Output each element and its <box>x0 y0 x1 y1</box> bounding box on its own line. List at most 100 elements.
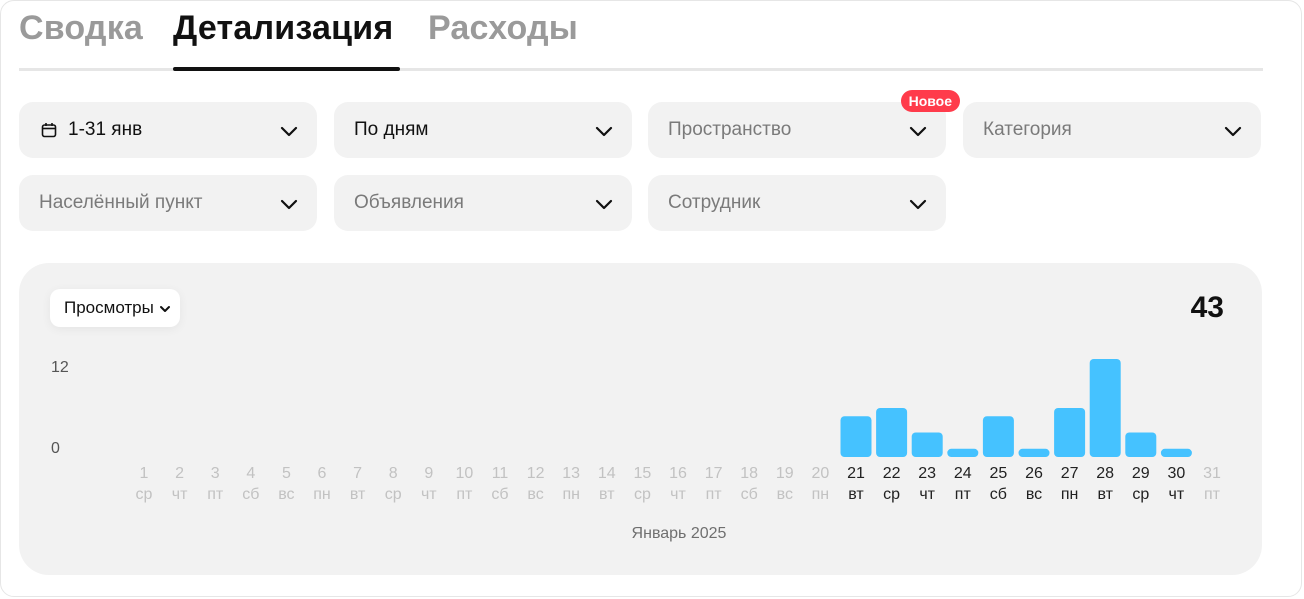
x-tick-day-number: 1 <box>139 465 149 482</box>
x-tick-day-20: 20 пн <box>802 463 838 505</box>
x-tick-day-number: 9 <box>424 465 434 482</box>
x-tick-day-9: 9 чт <box>411 463 447 505</box>
x-tick-day-number: 26 <box>1025 465 1043 482</box>
space-filter[interactable]: Пространство Новое <box>648 90 960 158</box>
x-axis-month-label: Январь 2025 <box>631 525 727 542</box>
x-tick-weekday: пн <box>562 486 580 503</box>
x-tick-day-26: 26 вс <box>1016 463 1052 505</box>
new-badge: Новое <box>900 90 960 112</box>
x-tick-day-number: 27 <box>1060 465 1079 482</box>
x-tick-weekday: чт <box>171 486 188 503</box>
x-tick-day-17: 17 пт <box>696 463 732 505</box>
period-filter[interactable]: 1-31 янв <box>19 102 317 158</box>
x-tick-day-number: 6 <box>317 465 327 482</box>
x-tick-day-number: 23 <box>918 465 937 482</box>
listings-filter[interactable]: Объявления <box>334 175 632 231</box>
x-tick-day-number: 30 <box>1167 465 1186 482</box>
x-tick-day-number: 3 <box>210 465 220 482</box>
x-tick-day-30: 30 чт <box>1158 463 1194 505</box>
x-tick-weekday: ср <box>883 486 901 503</box>
bar-day-28[interactable] <box>1089 359 1121 457</box>
x-tick-day-number: 2 <box>175 465 185 482</box>
x-tick-day-3: 3 пт <box>197 463 233 505</box>
x-tick-day-31: 31 пт <box>1194 463 1230 505</box>
x-tick-weekday: сб <box>740 486 758 503</box>
employee-filter[interactable]: Сотрудник <box>648 175 946 231</box>
bar-day-24[interactable] <box>947 448 979 457</box>
x-tick-weekday: ср <box>1132 486 1150 503</box>
period-filter-label: 1-31 янв <box>68 119 143 140</box>
active-tab-indicator <box>173 67 400 71</box>
x-tick-day-14: 14 вт <box>589 463 625 505</box>
category-filter-label: Категория <box>983 119 1072 140</box>
locality-filter[interactable]: Населённый пункт <box>19 175 317 231</box>
chevron-down-icon <box>595 199 613 210</box>
x-tick-day-11: 11 сб <box>482 463 518 505</box>
tab-details[interactable]: Детализация <box>173 9 393 48</box>
bar-day-29[interactable] <box>1125 432 1157 458</box>
x-tick-day-2: 2 чт <box>162 463 198 505</box>
tab-expenses[interactable]: Расходы <box>428 9 578 48</box>
x-tick-day-10: 10 пт <box>446 463 482 505</box>
x-tick-weekday: вт <box>1097 486 1113 503</box>
x-tick-day-number: 31 <box>1203 465 1221 482</box>
x-tick-weekday: пт <box>954 486 971 503</box>
x-tick-day-25: 25 сб <box>980 463 1016 505</box>
x-tick-weekday: пн <box>1060 486 1079 503</box>
bar-day-25[interactable] <box>982 416 1014 457</box>
x-tick-day-number: 18 <box>740 465 759 482</box>
locality-filter-label: Населённый пункт <box>39 192 203 213</box>
chevron-down-icon <box>909 126 927 137</box>
bar-day-30[interactable] <box>1160 448 1192 457</box>
views-chart-card: Просмотры 43 12 0 1 ср 2 чт 3 пт 4 сб 5 вс 6 пн 7 вт 8… <box>19 263 1262 575</box>
x-tick-day-7: 7 вт <box>340 463 376 505</box>
x-tick-weekday: чт <box>420 486 437 503</box>
x-tick-weekday: пт <box>705 486 722 503</box>
x-tick-day-number: 12 <box>526 465 545 482</box>
x-tick-day-18: 18 сб <box>731 463 767 505</box>
x-tick-weekday: чт <box>670 486 686 503</box>
x-tick-weekday: пн <box>313 486 331 503</box>
bar-day-27[interactable] <box>1054 408 1086 457</box>
x-tick-day-15: 15 ср <box>624 463 660 505</box>
x-tick-day-number: 5 <box>281 465 291 482</box>
x-tick-day-number: 7 <box>353 465 363 482</box>
x-tick-weekday: пн <box>811 486 830 503</box>
x-tick-weekday: пт <box>456 486 473 503</box>
x-tick-day-6: 6 пн <box>304 463 340 505</box>
bar-day-23[interactable] <box>911 432 943 458</box>
tab-summary[interactable]: Сводка <box>19 9 143 48</box>
x-tick-weekday: пт <box>1204 486 1220 503</box>
x-tick-day-21: 21 вт <box>838 463 874 505</box>
category-filter[interactable]: Категория <box>963 102 1261 158</box>
x-tick-day-12: 12 вс <box>518 463 554 505</box>
x-tick-day-1: 1 ср <box>126 463 162 505</box>
x-tick-weekday: ср <box>135 486 153 503</box>
x-tick-weekday: сб <box>491 486 509 503</box>
bar-day-21[interactable] <box>840 416 872 457</box>
x-tick-weekday: сб <box>242 486 260 503</box>
x-tick-day-22: 22 ср <box>874 463 910 505</box>
chevron-down-icon <box>280 126 298 137</box>
x-tick-weekday: ср <box>384 486 402 503</box>
x-tick-day-number: 22 <box>882 465 901 482</box>
x-tick-day-number: 10 <box>455 465 474 482</box>
bar-day-22[interactable] <box>876 408 908 457</box>
x-tick-weekday: ср <box>633 486 651 503</box>
x-tick-day-number: 19 <box>775 465 794 482</box>
x-tick-day-number: 15 <box>633 465 652 482</box>
x-tick-day-number: 4 <box>246 465 256 482</box>
tab-bar: Сводка Детализация Расходы <box>19 1 1263 71</box>
x-tick-day-number: 29 <box>1131 465 1150 482</box>
x-tick-day-4: 4 сб <box>233 463 269 505</box>
x-tick-day-number: 11 <box>491 465 509 482</box>
x-tick-day-5: 5 вс <box>268 463 304 505</box>
x-tick-weekday: пт <box>207 486 224 503</box>
x-tick-weekday: вт <box>848 486 864 503</box>
bar-day-26[interactable] <box>1018 448 1050 457</box>
x-tick-day-number: 28 <box>1096 465 1115 482</box>
x-tick-weekday: вт <box>349 486 366 503</box>
x-tick-weekday: чт <box>1168 486 1185 503</box>
grouping-filter[interactable]: По дням <box>334 102 632 158</box>
space-filter-label: Пространство <box>668 119 792 140</box>
